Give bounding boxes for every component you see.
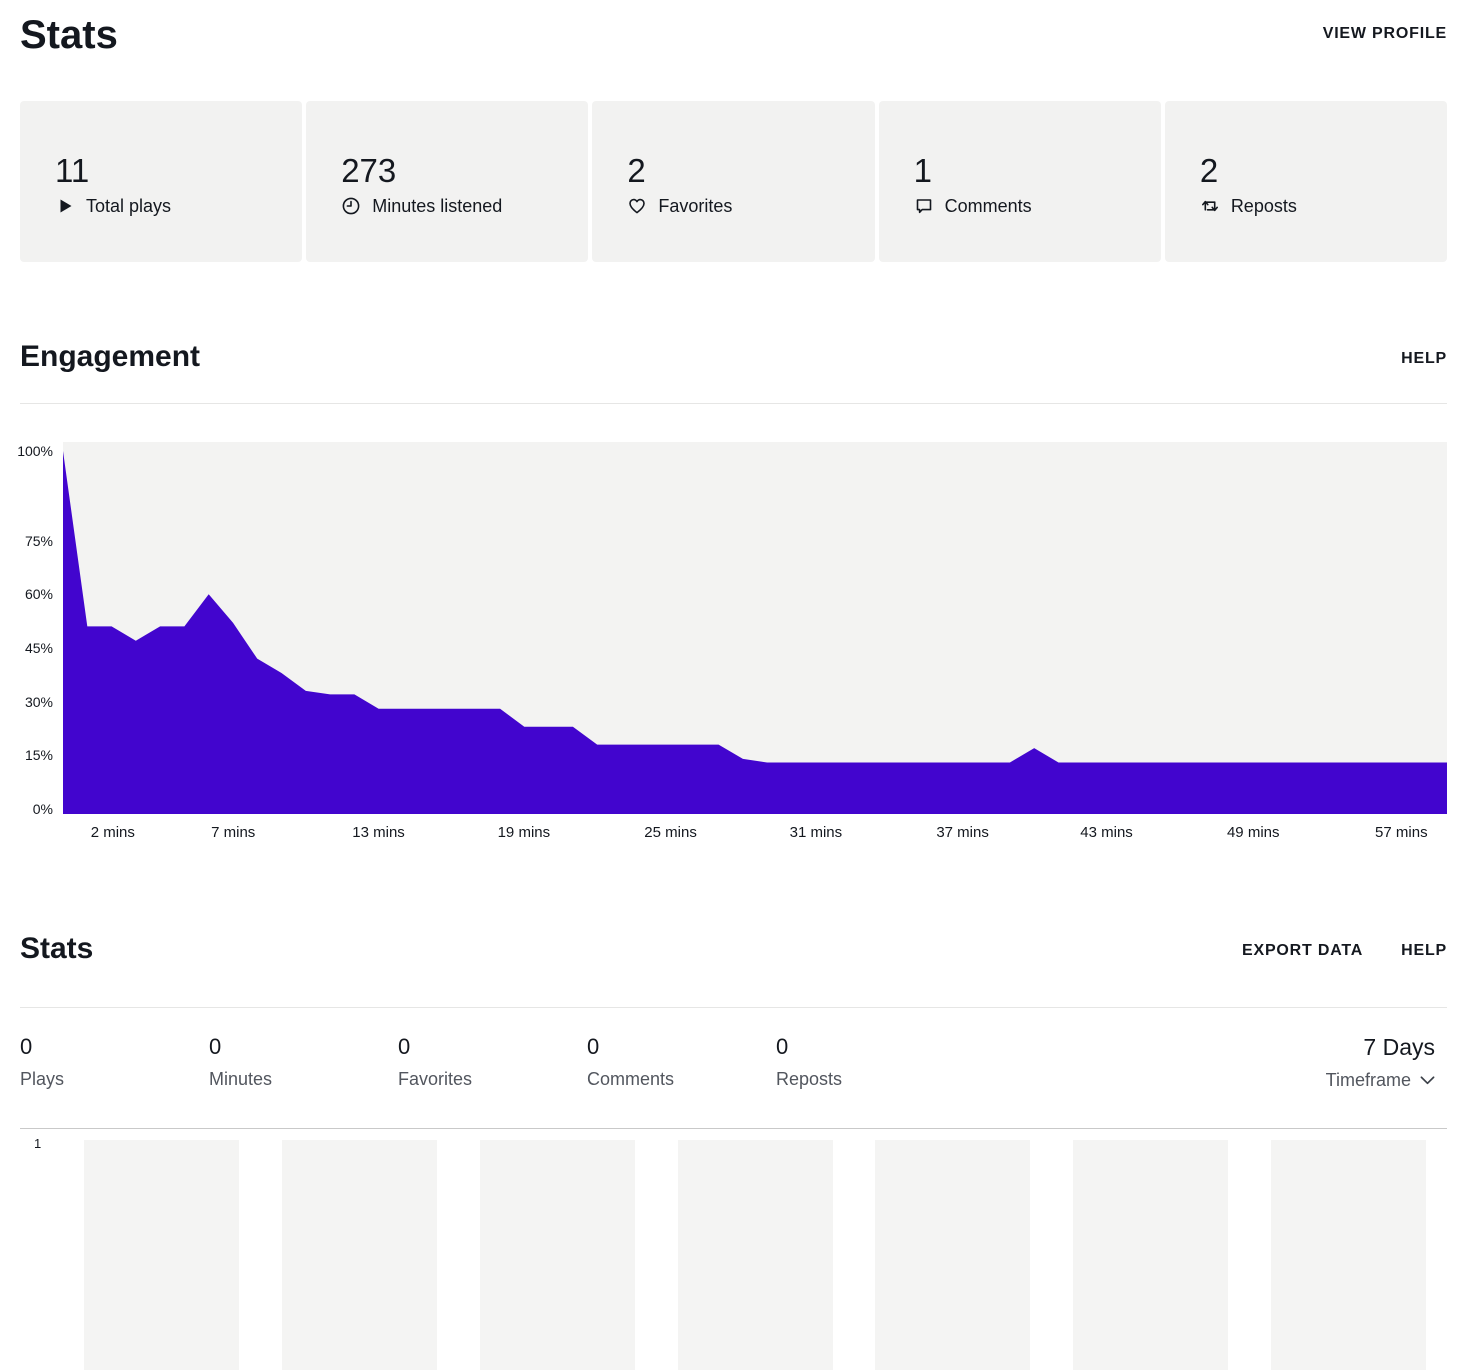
metric-label: Reposts (776, 1069, 843, 1090)
metric-label: Plays (20, 1069, 65, 1090)
stats-page: Stats VIEW PROFILE 11 Total plays 273 Mi… (0, 0, 1473, 1370)
card-label: Total plays (86, 195, 172, 216)
x-axis-label: 31 mins (789, 824, 843, 842)
y-axis-label: 60% (24, 586, 53, 603)
timeframe-label: Timeframe (1325, 1070, 1411, 1091)
stats-help-link[interactable]: HELP (1401, 942, 1447, 960)
placeholder-bar (1270, 1140, 1426, 1370)
page-header: Stats VIEW PROFILE (20, 0, 1447, 59)
card-label: Comments (944, 195, 1032, 216)
timeframe-value: 7 Days (1363, 1034, 1435, 1061)
page-title: Stats (20, 13, 118, 57)
metric-value: 0 (398, 1034, 411, 1060)
placeholder-bar (875, 1140, 1031, 1370)
stats-bar-chart-bars (63, 1129, 1447, 1370)
x-axis-label: 57 mins (1375, 824, 1428, 842)
x-axis-label: 2 mins (90, 824, 135, 842)
placeholder-bar (677, 1140, 833, 1370)
y-axis-label: 75% (24, 532, 53, 549)
placeholder-bar (479, 1140, 635, 1370)
heart-icon (629, 199, 646, 214)
x-axis-label: 43 mins (1080, 824, 1133, 842)
bar-chart-y-label: 1 (34, 1136, 42, 1152)
chevron-down-icon (1420, 1076, 1435, 1085)
repost-icon (1201, 201, 1218, 212)
bar-slot (261, 1140, 459, 1370)
card-value: 11 (55, 151, 90, 189)
x-axis-label: 25 mins (644, 824, 697, 842)
metric-value: 0 (587, 1034, 600, 1060)
stats-metrics-row: 0 Plays 0 Minutes 0 Favorites 0 Comments… (20, 1034, 1447, 1091)
x-axis-label: 19 mins (497, 824, 551, 842)
engagement-chart-svg (63, 451, 1447, 815)
card-value: 1 (913, 151, 932, 189)
metric-minutes: 0 Minutes (209, 1034, 398, 1091)
y-axis-label: 100% (17, 443, 53, 460)
y-axis-label: 15% (24, 747, 53, 764)
card-favorites: 2 Favorites (592, 101, 875, 263)
engagement-help-link[interactable]: HELP (1401, 350, 1447, 368)
card-value: 2 (627, 151, 646, 189)
placeholder-bar (84, 1140, 240, 1370)
engagement-title: Engagement (20, 340, 201, 374)
card-value: 2 (1199, 151, 1219, 189)
y-axis-label: 30% (24, 693, 53, 710)
timeframe-dropdown[interactable]: 7 Days Timeframe (1326, 1034, 1435, 1091)
engagement-y-axis: 100% 75% 60% 45% 30% 15% 0% (17, 442, 63, 818)
card-reposts: 2 Reposts (1164, 101, 1448, 263)
x-axis-label: 7 mins (211, 824, 256, 842)
stats-bar-chart: 1 (20, 1128, 1447, 1370)
engagement-plot-area[interactable] (63, 442, 1447, 815)
bar-slot (656, 1140, 854, 1370)
engagement-header: Engagement HELP (20, 339, 1447, 405)
x-axis-label: 13 mins (352, 824, 405, 842)
x-axis-label: 49 mins (1226, 824, 1280, 842)
metric-label: Minutes (209, 1069, 273, 1090)
stats-section-header: Stats EXPORT DATA HELP (20, 931, 1447, 1009)
bar-slot (63, 1140, 261, 1370)
engagement-x-axis: 2 mins 7 mins 13 mins 19 mins 25 mins 31 mins… (63, 824, 1447, 844)
card-label: Reposts (1230, 195, 1297, 216)
card-total-plays: 11 Total plays (20, 101, 303, 263)
card-label: Minutes listened (372, 195, 503, 216)
card-comments: 1 Comments (878, 101, 1161, 263)
metric-label: Comments (587, 1069, 675, 1090)
view-profile-link[interactable]: VIEW PROFILE (1323, 25, 1447, 43)
engagement-area-shape (63, 451, 1447, 815)
metric-value: 0 (776, 1034, 789, 1060)
engagement-chart: 100% 75% 60% 45% 30% 15% 0% (17, 442, 1447, 818)
metric-reposts: 0 Reposts (776, 1034, 965, 1091)
metric-plays: 0 Plays (20, 1034, 209, 1091)
clock-icon (342, 197, 360, 215)
metric-value: 0 (209, 1034, 222, 1060)
comment-icon (916, 199, 931, 214)
placeholder-bar (1072, 1140, 1228, 1370)
metric-comments: 0 Comments (587, 1034, 776, 1091)
bar-slot (854, 1140, 1052, 1370)
card-label: Favorites (658, 195, 733, 216)
bar-slot (1052, 1140, 1250, 1370)
placeholder-bar (282, 1140, 438, 1370)
play-icon (60, 199, 72, 213)
export-data-link[interactable]: EXPORT DATA (1242, 942, 1363, 960)
metric-label: Favorites (398, 1069, 473, 1090)
card-minutes-listened: 273 Minutes listened (306, 101, 589, 263)
summary-cards: 11 Total plays 273 Minutes listened 2 Fa… (20, 101, 1448, 263)
y-axis-label: 0% (32, 801, 53, 818)
bar-slot (1249, 1140, 1447, 1370)
x-axis-label: 37 mins (936, 824, 989, 842)
card-value: 273 (341, 151, 397, 189)
metric-favorites: 0 Favorites (398, 1034, 587, 1091)
stats-section-title: Stats (20, 932, 94, 966)
bar-slot (458, 1140, 656, 1370)
metric-value: 0 (20, 1034, 33, 1060)
y-axis-label: 45% (24, 640, 53, 657)
